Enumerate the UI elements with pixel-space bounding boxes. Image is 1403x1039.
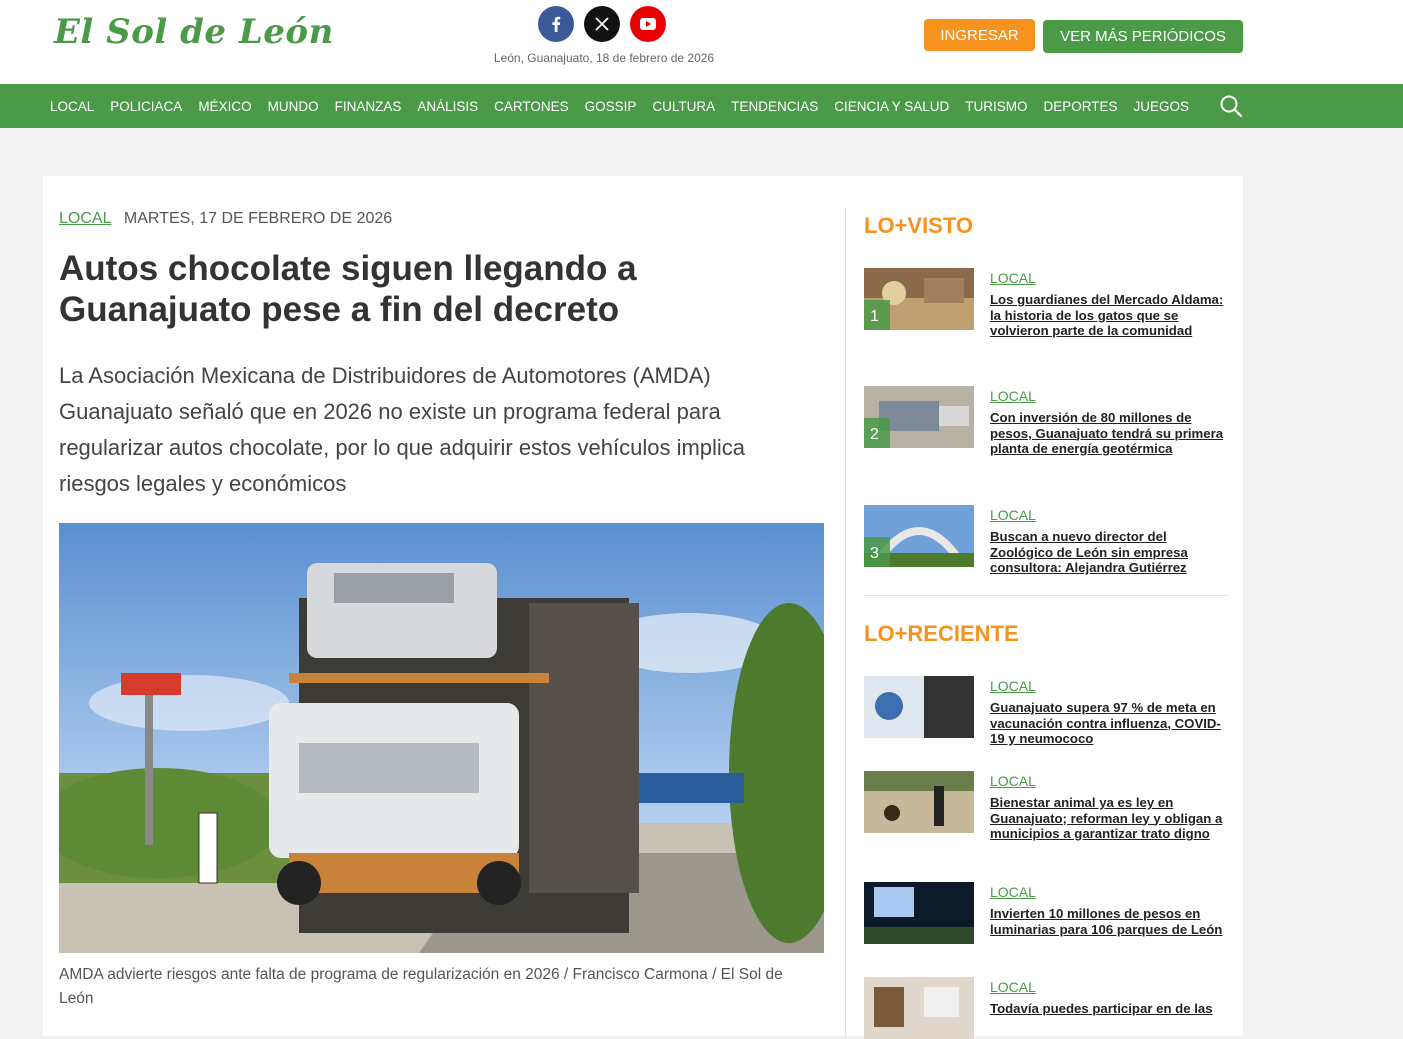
rank-number: 2 xyxy=(870,426,879,443)
photo-caption: AMDA advierte riesgos ante falta de prog… xyxy=(59,966,783,1007)
most-viewed-heading: LO+VISTO xyxy=(864,213,974,238)
dateline: León, Guanajuato, 18 de febrero de 2026 xyxy=(493,51,715,65)
item-title-link[interactable]: Todavía puedes participar en de las xyxy=(990,1001,1228,1017)
item-section-link[interactable]: LOCAL xyxy=(990,678,1036,694)
site-logo[interactable]: El Sol de León xyxy=(54,12,334,52)
article-photo[interactable] xyxy=(59,523,824,953)
main-nav: LOCAL POLICIACA MÉXICO MUNDO FINANZAS AN… xyxy=(0,84,1403,128)
nav-item-tendencias[interactable]: TENDENCIAS xyxy=(731,99,818,114)
item-section-link[interactable]: LOCAL xyxy=(990,507,1036,523)
facebook-icon[interactable] xyxy=(538,6,574,42)
item-section-link[interactable]: LOCAL xyxy=(990,773,1036,789)
nav-item-local[interactable]: LOCAL xyxy=(50,99,94,114)
article-meta: LOCAL MARTES, 17 DE FEBRERO DE 2026 xyxy=(59,210,827,230)
x-icon[interactable] xyxy=(584,6,620,42)
content-card: LOCAL MARTES, 17 DE FEBRERO DE 2026 Auto… xyxy=(43,176,1243,1039)
nav-item-policiaca[interactable]: POLICIACA xyxy=(110,99,182,114)
item-thumbnail[interactable] xyxy=(864,882,974,944)
nav-item-finanzas[interactable]: FINANZAS xyxy=(335,99,402,114)
item-title-link[interactable]: Buscan a nuevo director del Zoológico de… xyxy=(990,529,1228,576)
column-divider xyxy=(845,208,846,1038)
youtube-icon[interactable] xyxy=(630,6,666,42)
nav-item-analisis[interactable]: ANÁLISIS xyxy=(417,99,478,114)
sidebar-divider xyxy=(864,595,1227,596)
nav-item-mexico[interactable]: MÉXICO xyxy=(198,99,251,114)
item-thumbnail[interactable] xyxy=(864,676,974,738)
site-header: El Sol de León León, Guanajuato, 18 de f… xyxy=(0,0,1403,84)
article-date: MARTES, 17 DE FEBRERO DE 2026 xyxy=(123,210,393,227)
item-title-link[interactable]: Con inversión de 80 millones de pesos, G… xyxy=(990,410,1228,457)
nav-item-gossip[interactable]: GOSSIP xyxy=(585,99,637,114)
nav-item-ciencia-salud[interactable]: CIENCIA Y SALUD xyxy=(834,99,949,114)
social-links xyxy=(538,6,666,42)
item-section-link[interactable]: LOCAL xyxy=(990,979,1036,995)
nav-item-juegos[interactable]: JUEGOS xyxy=(1134,99,1190,114)
item-thumbnail[interactable]: 3 xyxy=(864,505,974,567)
item-section-link[interactable]: LOCAL xyxy=(990,270,1036,286)
article: LOCAL MARTES, 17 DE FEBRERO DE 2026 Auto… xyxy=(59,210,827,1007)
article-headline: Autos chocolate siguen llegando a Guanaj… xyxy=(59,249,637,329)
item-thumbnail[interactable]: 2 xyxy=(864,386,974,448)
rank-number: 1 xyxy=(870,308,879,325)
search-icon[interactable] xyxy=(1219,94,1243,118)
item-title-link[interactable]: Invierten 10 millones de pesos en lumina… xyxy=(990,906,1228,937)
more-newspapers-button[interactable]: VER MÁS PERIÓDICOS xyxy=(1043,20,1243,53)
item-section-link[interactable]: LOCAL xyxy=(990,388,1036,404)
article-lede: La Asociación Mexicana de Distribuidores… xyxy=(59,363,746,496)
nav-item-deportes[interactable]: DEPORTES xyxy=(1044,99,1118,114)
item-thumbnail[interactable]: 1 xyxy=(864,268,974,330)
item-thumbnail[interactable] xyxy=(864,977,974,1039)
recent-heading: LO+RECIENTE xyxy=(864,621,1019,646)
item-section-link[interactable]: LOCAL xyxy=(990,884,1036,900)
item-thumbnail[interactable] xyxy=(864,771,974,833)
nav-item-turismo[interactable]: TURISMO xyxy=(965,99,1027,114)
item-title-link[interactable]: Bienestar animal ya es ley en Guanajuato… xyxy=(990,795,1228,842)
article-section-link[interactable]: LOCAL xyxy=(59,210,111,227)
item-title-link[interactable]: Los guardianes del Mercado Aldama: la hi… xyxy=(990,292,1228,339)
item-title-link[interactable]: Guanajuato supera 97 % de meta en vacuna… xyxy=(990,700,1228,747)
nav-item-cartones[interactable]: CARTONES xyxy=(494,99,569,114)
login-button[interactable]: INGRESAR xyxy=(924,19,1035,51)
rank-number: 3 xyxy=(870,545,879,562)
nav-item-cultura[interactable]: CULTURA xyxy=(652,99,715,114)
nav-item-mundo[interactable]: MUNDO xyxy=(268,99,319,114)
